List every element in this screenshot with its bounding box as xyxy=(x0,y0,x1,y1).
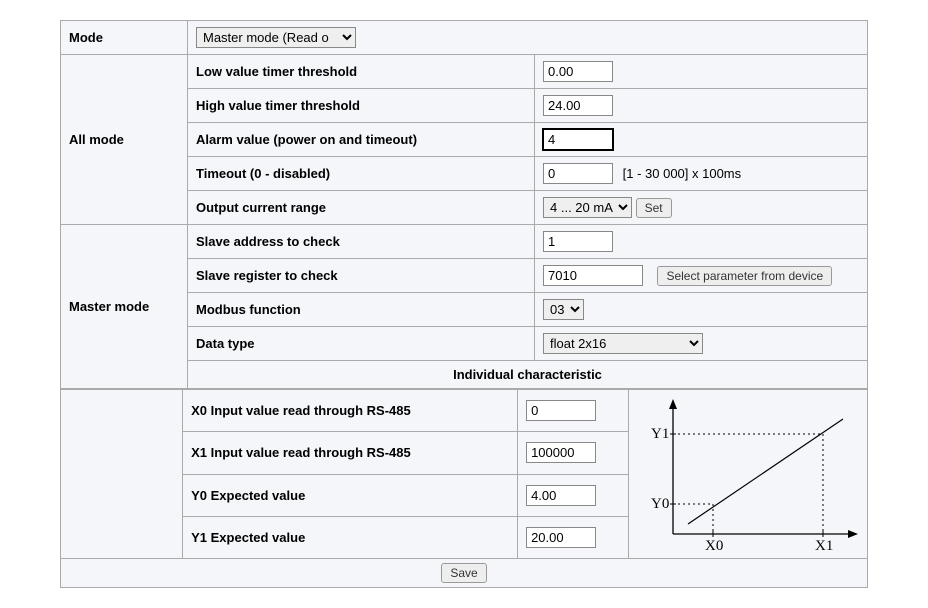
save-button[interactable]: Save xyxy=(441,563,486,583)
characteristic-subtable: X0 Input value read through RS-485 xyxy=(60,389,868,588)
all-mode-header: All mode xyxy=(61,55,188,225)
y1-label: Y1 Expected value xyxy=(183,516,518,558)
out-range-label: Output current range xyxy=(188,191,535,225)
slave-addr-input[interactable] xyxy=(543,231,613,252)
high-thresh-input[interactable] xyxy=(543,95,613,116)
x1-axis-label: X1 xyxy=(815,538,833,554)
x0-label: X0 Input value read through RS-485 xyxy=(183,390,518,432)
characteristic-chart-cell: Y1 Y0 X0 X1 xyxy=(629,390,868,559)
settings-table: Mode Master mode (Read o All mode Low va… xyxy=(60,20,868,389)
low-thresh-input[interactable] xyxy=(543,61,613,82)
indiv-char-title: Individual characteristic xyxy=(188,361,868,389)
master-mode-header: Master mode xyxy=(61,225,188,389)
slave-reg-input[interactable] xyxy=(543,265,643,286)
data-type-select[interactable]: float 2x16 xyxy=(543,333,703,354)
y0-axis-label: Y0 xyxy=(651,496,669,512)
select-param-button[interactable]: Select parameter from device xyxy=(657,266,832,286)
y0-label: Y0 Expected value xyxy=(183,474,518,516)
x0-input[interactable] xyxy=(526,400,596,421)
timeout-hint: [1 - 30 000] x 100ms xyxy=(623,166,742,181)
timeout-label: Timeout (0 - disabled) xyxy=(188,157,535,191)
timeout-input[interactable] xyxy=(543,163,613,184)
modbus-fn-select[interactable]: 03 xyxy=(543,299,584,320)
x1-label: X1 Input value read through RS-485 xyxy=(183,432,518,474)
out-range-select[interactable]: 4 ... 20 mA xyxy=(543,197,632,218)
characteristic-chart: Y1 Y0 X0 X1 xyxy=(633,394,863,554)
modbus-fn-label: Modbus function xyxy=(188,293,535,327)
data-type-label: Data type xyxy=(188,327,535,361)
x1-input[interactable] xyxy=(526,442,596,463)
y1-input[interactable] xyxy=(526,527,596,548)
alarm-input[interactable] xyxy=(543,129,613,150)
alarm-label: Alarm value (power on and timeout) xyxy=(188,123,535,157)
low-thresh-label: Low value timer threshold xyxy=(188,55,535,89)
set-button[interactable]: Set xyxy=(636,198,672,218)
mode-select[interactable]: Master mode (Read o xyxy=(196,27,356,48)
slave-addr-label: Slave address to check xyxy=(188,225,535,259)
mode-label: Mode xyxy=(61,21,188,55)
slave-reg-label: Slave register to check xyxy=(188,259,535,293)
y0-input[interactable] xyxy=(526,485,596,506)
y1-axis-label: Y1 xyxy=(651,426,669,442)
high-thresh-label: High value timer threshold xyxy=(188,89,535,123)
x0-axis-label: X0 xyxy=(705,538,723,554)
